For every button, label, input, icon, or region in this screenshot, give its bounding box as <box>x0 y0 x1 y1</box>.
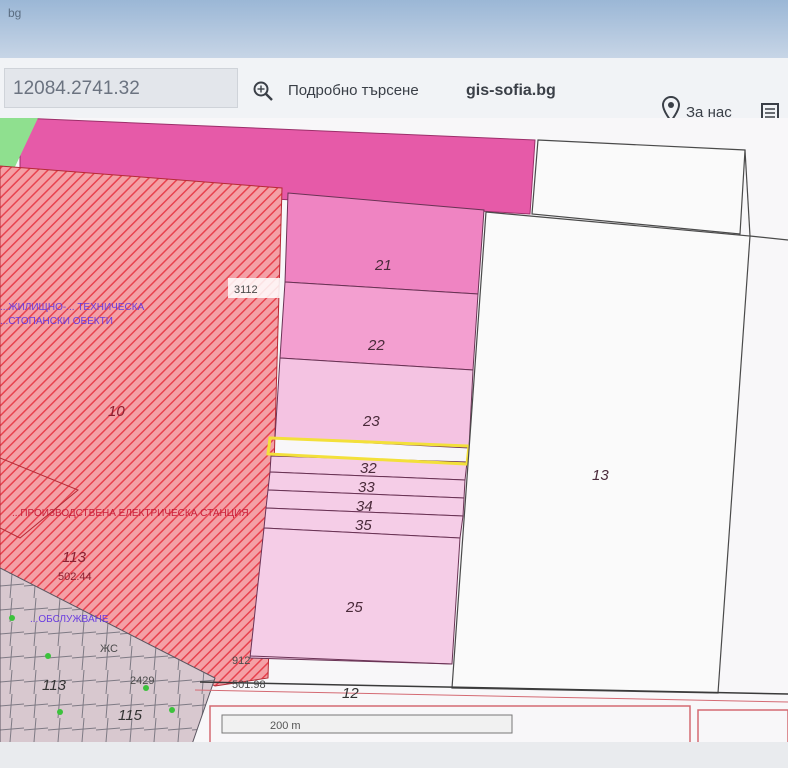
survey-point <box>9 615 15 621</box>
parcel-label-12: 12 <box>342 685 359 702</box>
parcel-22[interactable] <box>279 281 479 371</box>
brand-link[interactable]: gis-sofia.bg <box>466 82 556 100</box>
parcel-label-21: 21 <box>374 257 392 274</box>
site-header: 12084.2741.32 Подробно търсене gis-sofia… <box>0 58 788 127</box>
parcel-label-25: 25 <box>345 599 363 616</box>
zone-label: ...ПРОИЗВОДСТВЕНА ЕЛЕКТРИЧЕСКА СТАНЦИЯ <box>12 508 249 519</box>
detailed-search-link[interactable]: Подробно търсене <box>288 82 419 99</box>
map-small-label: 502.44 <box>58 571 92 583</box>
scale-label: 200 m <box>270 720 301 732</box>
zone-label: ...ЖИЛИЩНО-... ТЕХНИЧЕСКА <box>0 302 145 313</box>
parcel-label-22: 22 <box>367 337 385 354</box>
cadastral-map[interactable]: 200 m 21 22 23 32 33 34 35 25 13 10 113 … <box>0 118 788 750</box>
survey-point <box>57 709 63 715</box>
map-small-label: 912 <box>232 655 250 667</box>
parcel-label-32: 32 <box>360 460 377 477</box>
map-small-label: 3112 <box>234 284 258 296</box>
parcel-13[interactable] <box>451 211 751 694</box>
zone-label: ...ОБСЛУЖВАНЕ <box>30 614 109 625</box>
survey-point <box>169 707 175 713</box>
parcel-21[interactable] <box>284 192 485 295</box>
scale-bar <box>221 714 513 734</box>
parcel-label-35: 35 <box>355 517 372 534</box>
bottom-bar <box>0 742 788 768</box>
browser-top-strip: bg <box>0 0 788 58</box>
parcel-label-113a: 113 <box>62 549 87 566</box>
browser-tab-text: bg <box>8 6 22 20</box>
survey-point <box>45 653 51 659</box>
parcel-label-34: 34 <box>356 498 373 515</box>
parcel-label-33: 33 <box>358 479 375 496</box>
search-input[interactable]: 12084.2741.32 <box>4 68 238 108</box>
map-small-label: 501.98 <box>232 679 266 691</box>
parcel-label-23: 23 <box>362 413 380 430</box>
map-small-label: 2429 <box>130 675 154 687</box>
search-icon[interactable] <box>252 80 274 107</box>
parcel-label-113b: 113 <box>42 677 67 694</box>
parcel-label-13: 13 <box>592 467 609 484</box>
parcel-label-10: 10 <box>108 403 125 420</box>
map-small-label: ЖС <box>100 643 118 655</box>
zone-label: ...СТОПАНСКИ ОБЕКТИ <box>0 316 113 327</box>
parcel-label-115: 115 <box>118 707 143 724</box>
parcel-25[interactable] <box>249 527 461 665</box>
survey-point <box>143 685 149 691</box>
parcel-23[interactable] <box>274 357 474 449</box>
